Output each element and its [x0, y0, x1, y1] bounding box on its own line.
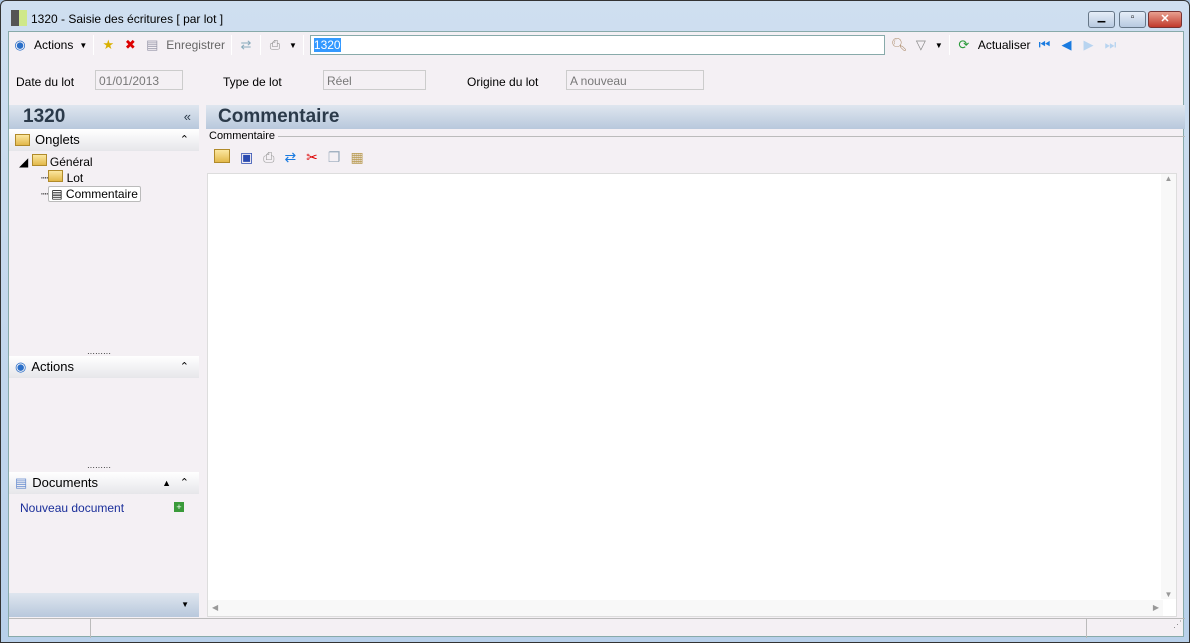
actions-section-header[interactable]: ◉ Actions ⌃: [9, 356, 199, 378]
last-record-icon[interactable]: ⏭: [1103, 37, 1119, 53]
sidebar-title: 1320 «: [9, 105, 199, 129]
expand-icon[interactable]: ▲: [162, 472, 171, 494]
origin-field[interactable]: A nouveau: [566, 70, 704, 90]
refresh-icon: ⟳: [958, 37, 970, 52]
print-icon[interactable]: ⎙: [267, 37, 283, 53]
filter-dropdown[interactable]: ▼: [935, 41, 943, 50]
tabs-section-header[interactable]: Onglets ⌃: [9, 129, 199, 151]
open-icon[interactable]: [214, 149, 230, 163]
collapse-icon[interactable]: ⌃: [180, 356, 189, 378]
next-record-icon[interactable]: ▶: [1081, 37, 1097, 53]
close-button[interactable]: ✕: [1148, 11, 1182, 28]
date-field[interactable]: 01/01/2013: [95, 70, 183, 90]
document-icon: ▤: [15, 475, 28, 490]
window-frame: 1320 - Saisie des écritures [ par lot ] …: [0, 0, 1190, 643]
sidebar-menu-button[interactable]: ▼: [9, 593, 199, 617]
documents-section-header[interactable]: ▤ Documents ▲ ⌃: [9, 472, 199, 494]
client-area: ◉ Actions ▼ ★ ✖ ▤ Enregistrer ⇄ ⎙ ▼ 1320 🔍…: [8, 31, 1185, 638]
splitter[interactable]: ·········: [87, 463, 111, 472]
search-icon[interactable]: 🔍︎: [891, 37, 908, 53]
main-panel: Commentaire Commentaire ▣ ⎙ ⇄ ✂ ❐ ▦ ▲ ▼ ◀…: [206, 105, 1185, 618]
maximize-button[interactable]: ▫: [1119, 11, 1146, 28]
type-label: Type de lot: [223, 75, 282, 89]
vertical-scrollbar[interactable]: ▲ ▼: [1161, 174, 1176, 599]
collapse-sidebar-icon[interactable]: «: [184, 105, 191, 129]
paste-icon[interactable]: ▦: [350, 149, 363, 166]
type-field[interactable]: Réel: [323, 70, 426, 90]
status-bar: ⋰: [9, 618, 1185, 638]
sidebar: 1320 « Onglets ⌃ ◢ Général ┈ Lot ┈ ▤ Commen…: [9, 105, 199, 618]
cut-icon[interactable]: ✂: [306, 149, 318, 166]
folder-icon: [48, 170, 64, 182]
previous-record-icon[interactable]: ◀: [1059, 37, 1075, 53]
horizontal-scrollbar[interactable]: ◀ ▶: [208, 600, 1163, 616]
window-title: 1320 - Saisie des écritures [ par lot ]: [31, 12, 224, 26]
folder-icon: [15, 134, 30, 146]
print-icon[interactable]: ⎙: [263, 149, 274, 166]
collapse-icon[interactable]: ⌃: [180, 472, 189, 494]
save-icon[interactable]: ▣: [240, 149, 253, 166]
editor-toolbar: ▣ ⎙ ⇄ ✂ ❐ ▦: [214, 149, 364, 166]
save-icon: ▤: [146, 37, 159, 52]
filter-icon[interactable]: ▽: [913, 37, 929, 53]
add-icon[interactable]: +: [174, 502, 184, 512]
tree-item-commentaire[interactable]: ┈ ▤ Commentaire: [19, 186, 199, 202]
main-title: Commentaire: [206, 105, 1185, 129]
new-document-link[interactable]: Nouveau document: [20, 501, 124, 515]
search-input[interactable]: 1320: [309, 35, 885, 55]
target-icon: ◉: [15, 359, 27, 374]
tree-item-lot[interactable]: ┈ Lot: [19, 170, 199, 186]
comment-textarea[interactable]: ▲ ▼ ◀ ▶: [207, 173, 1177, 617]
target-icon: ◉: [14, 37, 26, 52]
collapse-icon[interactable]: ⌃: [180, 129, 189, 151]
actions-menu[interactable]: Actions: [34, 38, 73, 52]
delete-icon[interactable]: ✖: [122, 37, 138, 53]
resize-grip[interactable]: ⋰: [1087, 619, 1185, 638]
first-record-icon[interactable]: ⏮: [1037, 37, 1053, 53]
refresh-icon[interactable]: ⇄: [284, 149, 296, 166]
toolbar: ◉ Actions ▼ ★ ✖ ▤ Enregistrer ⇄ ⎙ ▼ 1320 🔍…: [9, 32, 1185, 58]
print-dropdown[interactable]: ▼: [289, 41, 297, 50]
minimize-button[interactable]: ▁: [1088, 11, 1115, 28]
folder-icon: [31, 154, 47, 166]
tree-item-general[interactable]: ◢ Général: [19, 154, 199, 170]
app-icon: [11, 10, 27, 26]
sync-icon[interactable]: ⇄: [238, 37, 254, 53]
save-button[interactable]: Enregistrer: [166, 38, 225, 52]
date-label: Date du lot: [16, 75, 75, 89]
copy-icon[interactable]: ❐: [328, 149, 341, 166]
new-icon[interactable]: ★: [100, 37, 116, 53]
origin-label: Origine du lot: [467, 75, 539, 89]
refresh-button[interactable]: Actualiser: [978, 38, 1031, 52]
group-label: Commentaire: [209, 130, 279, 142]
